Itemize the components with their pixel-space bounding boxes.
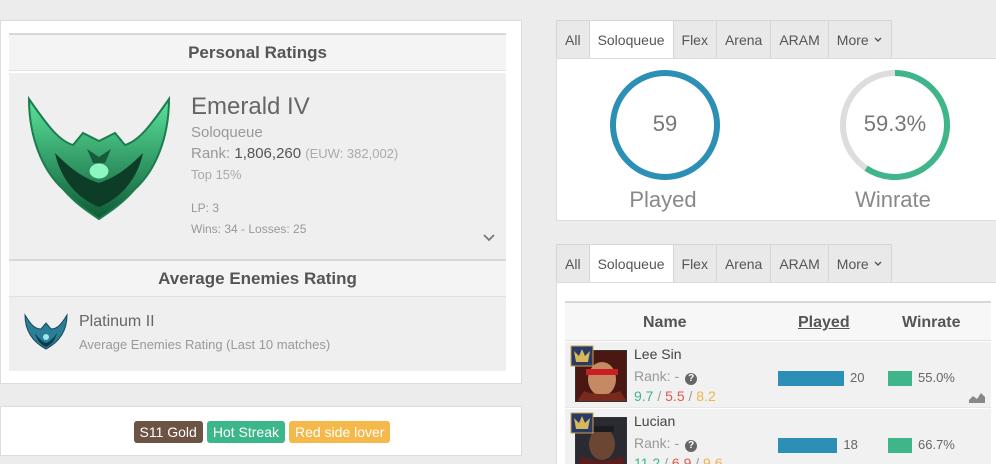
average-tier: Platinum II <box>79 313 155 330</box>
emerald-emblem-icon <box>27 95 171 221</box>
champion-rank-text: Rank: - <box>634 368 680 384</box>
champion-rank: Rank: -? <box>634 368 698 385</box>
kda-kills: 9.7 <box>634 388 654 404</box>
champion-tab-bar: All Soloqueue Flex Arena ARAM More <box>556 244 892 282</box>
tab-arena[interactable]: Arena <box>715 244 772 282</box>
table-row[interactable]: Lucian Rank: -? 11.2 / 6.9 / 9.6 18 66.7… <box>565 409 991 464</box>
personal-ratings-panel: Personal Ratings Emerald IV Soloqueue Ra… <box>0 20 522 384</box>
tab-all[interactable]: All <box>556 20 590 58</box>
played-bar <box>778 438 838 453</box>
winrate-bar <box>888 438 912 453</box>
tag-badge: Red side lover <box>288 421 391 443</box>
champion-rank: Rank: -? <box>634 435 698 452</box>
winrate-bar <box>888 371 912 386</box>
played-bar <box>778 371 844 386</box>
kda-deaths: 6.9 <box>671 455 692 464</box>
chevron-down-icon[interactable] <box>482 231 496 245</box>
tag-list: S11 Gold Hot Streak Red side lover <box>1 421 523 443</box>
played-count: 20 <box>850 370 865 385</box>
tab-aram[interactable]: ARAM <box>770 20 829 58</box>
wins-losses: Wins: 34 - Losses: 25 <box>191 222 307 236</box>
tab-more[interactable]: More <box>827 20 892 58</box>
average-enemies-card: Platinum II Average Enemies Rating (Last… <box>9 297 506 371</box>
help-icon[interactable]: ? <box>685 440 698 452</box>
tab-more-label: More <box>836 32 869 48</box>
tab-soloqueue[interactable]: Soloqueue <box>588 20 674 58</box>
tags-panel: S11 Gold Hot Streak Red side lover <box>0 406 522 456</box>
top-percent: Top 15% <box>191 167 242 182</box>
played-value: 59 <box>652 111 678 136</box>
tab-more[interactable]: More <box>827 244 892 282</box>
league-points: LP: 3 <box>191 201 220 215</box>
platinum-emblem-icon <box>24 313 68 350</box>
tag-badge: Hot Streak <box>206 421 285 443</box>
personal-ratings-header: Personal Ratings <box>9 33 506 71</box>
kda-assists: 9.6 <box>703 455 723 464</box>
played-label: Played <box>629 187 697 212</box>
tab-soloqueue[interactable]: Soloqueue <box>588 244 674 282</box>
tier-name: Emerald IV <box>191 93 310 120</box>
column-played[interactable]: Played <box>798 314 850 332</box>
tab-arena[interactable]: Arena <box>715 20 772 58</box>
kda: 9.7 / 5.5 / 8.2 <box>634 388 716 404</box>
chevron-down-icon <box>874 261 882 266</box>
average-subtitle: Average Enemies Rating (Last 10 matches) <box>79 337 331 352</box>
tab-flex[interactable]: Flex <box>672 244 717 282</box>
champion-name[interactable]: Lee Sin <box>634 346 681 362</box>
kda-kills: 11.2 <box>634 455 661 464</box>
winrate-label: Winrate <box>855 187 931 212</box>
tab-aram[interactable]: ARAM <box>770 244 829 282</box>
help-icon[interactable]: ? <box>685 373 698 385</box>
rank-badge-icon <box>570 412 594 434</box>
summary-stats-panel: 59 Played 59.3% Winrate <box>556 58 996 221</box>
winrate-percent: 55.0% <box>918 370 955 385</box>
champion-rank-text: Rank: - <box>634 435 680 451</box>
average-enemies-header: Average Enemies Rating <box>9 259 506 297</box>
kda: 11.2 / 6.9 / 9.6 <box>634 455 723 464</box>
played-count: 18 <box>843 437 858 452</box>
column-winrate[interactable]: Winrate <box>902 314 961 332</box>
table-row[interactable]: Lee Sin Rank: -? 9.7 / 5.5 / 8.2 20 55.0… <box>565 342 991 408</box>
rank-badge-icon <box>570 345 594 367</box>
rank-line: Rank: 1,806,260 (EUW: 382,002) <box>191 145 398 162</box>
rank-region: (EUW: 382,002) <box>305 146 399 161</box>
stats-tab-bar: All Soloqueue Flex Arena ARAM More <box>556 20 892 58</box>
tab-all[interactable]: All <box>556 244 590 282</box>
rank-label: Rank: <box>191 145 231 162</box>
rating-card[interactable]: Emerald IV Soloqueue Rank: 1,806,260 (EU… <box>9 73 506 259</box>
winrate-value: 59.3% <box>863 111 927 136</box>
rank-value: 1,806,260 <box>234 145 302 162</box>
champion-name[interactable]: Lucian <box>634 413 675 429</box>
champion-stats-panel: Name Played Winrate Lee Sin Rank: -? 9.7… <box>556 282 996 464</box>
tag-badge: S11 Gold <box>133 421 203 443</box>
queue-name: Soloqueue <box>191 124 263 141</box>
tab-more-label: More <box>836 256 869 272</box>
winrate-percent: 66.7% <box>918 437 955 452</box>
kda-deaths: 5.5 <box>665 388 685 404</box>
champion-table-header: Name Played Winrate <box>565 301 991 341</box>
chevron-down-icon <box>874 37 882 42</box>
column-name[interactable]: Name <box>643 314 687 332</box>
kda-assists: 8.2 <box>696 388 716 404</box>
tab-flex[interactable]: Flex <box>672 20 717 58</box>
graph-icon[interactable] <box>969 391 985 403</box>
